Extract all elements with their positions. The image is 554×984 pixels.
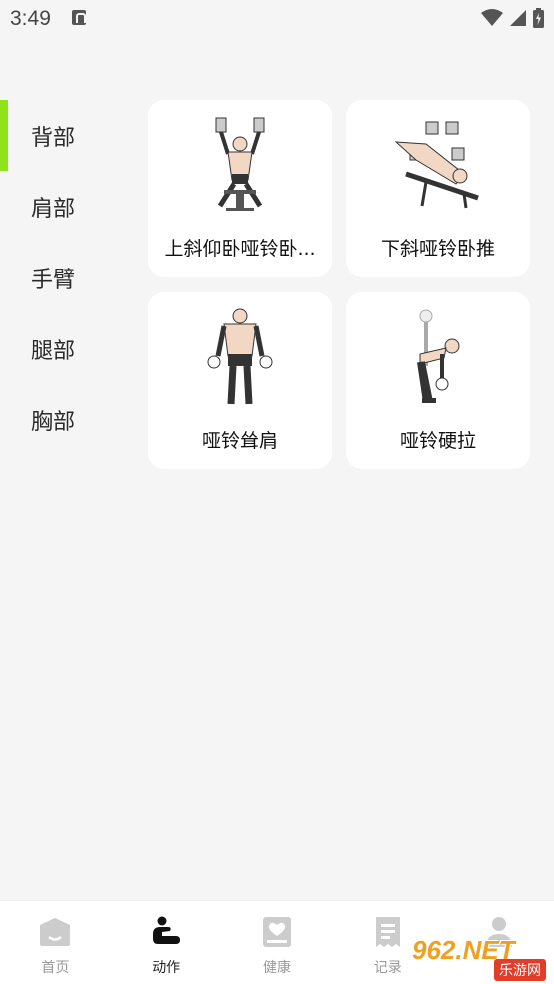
nav-home[interactable]: 首页 <box>0 901 111 984</box>
exercise-label: 上斜仰卧哑铃卧... <box>164 238 316 260</box>
record-icon <box>371 915 405 949</box>
decline-dumbbell-press-illustration <box>386 114 490 218</box>
category-chest[interactable]: 胸部 <box>0 384 130 455</box>
dumbbell-deadlift-illustration <box>386 306 490 410</box>
exercise-card[interactable]: 哑铃耸肩 <box>148 292 332 469</box>
category-label: 胸部 <box>31 409 76 435</box>
category-shoulders[interactable]: 肩部 <box>0 171 130 242</box>
status-bar: 3:49 <box>0 0 554 40</box>
dumbbell-shrug-illustration <box>188 306 292 410</box>
category-label: 腿部 <box>31 338 76 364</box>
exercise-label: 哑铃硬拉 <box>399 430 476 452</box>
exercise-card[interactable]: 下斜哑铃卧推 <box>346 100 530 277</box>
exercise-grid: 上斜仰卧哑铃卧... 下斜哑铃卧推 哑铃耸肩 哑铃硬拉 <box>148 100 530 469</box>
battery-icon <box>533 8 544 28</box>
home-icon <box>38 915 72 949</box>
exercise-label: 哑铃耸肩 <box>201 430 278 452</box>
nav-label: 健康 <box>262 960 291 976</box>
watermark: 962.NET 乐游网 <box>412 935 548 981</box>
exercise-icon <box>149 915 183 949</box>
health-icon <box>260 915 294 949</box>
exercise-label: 下斜哑铃卧推 <box>380 238 495 260</box>
nav-health[interactable]: 健康 <box>222 901 333 984</box>
incline-dumbbell-press-illustration <box>188 114 292 218</box>
status-icons <box>481 8 544 28</box>
status-time: 3:49 <box>10 7 51 30</box>
exercise-card[interactable]: 上斜仰卧哑铃卧... <box>148 100 332 277</box>
category-label: 手臂 <box>31 267 76 293</box>
category-back[interactable]: 背部 <box>0 100 130 171</box>
exercise-card[interactable]: 哑铃硬拉 <box>346 292 530 469</box>
wifi-icon <box>481 9 503 26</box>
category-sidebar: 背部 肩部 手臂 腿部 胸部 <box>0 100 130 455</box>
signal-icon <box>510 10 526 26</box>
notification-icon <box>72 10 86 25</box>
category-arms[interactable]: 手臂 <box>0 242 130 313</box>
watermark-sub: 乐游网 <box>494 959 546 981</box>
nav-exercise[interactable]: 动作 <box>111 901 222 984</box>
category-legs[interactable]: 腿部 <box>0 313 130 384</box>
category-label: 背部 <box>31 125 76 151</box>
nav-label: 记录 <box>373 960 402 976</box>
category-label: 肩部 <box>31 196 76 222</box>
nav-label: 动作 <box>152 960 181 976</box>
nav-label: 首页 <box>41 960 70 976</box>
